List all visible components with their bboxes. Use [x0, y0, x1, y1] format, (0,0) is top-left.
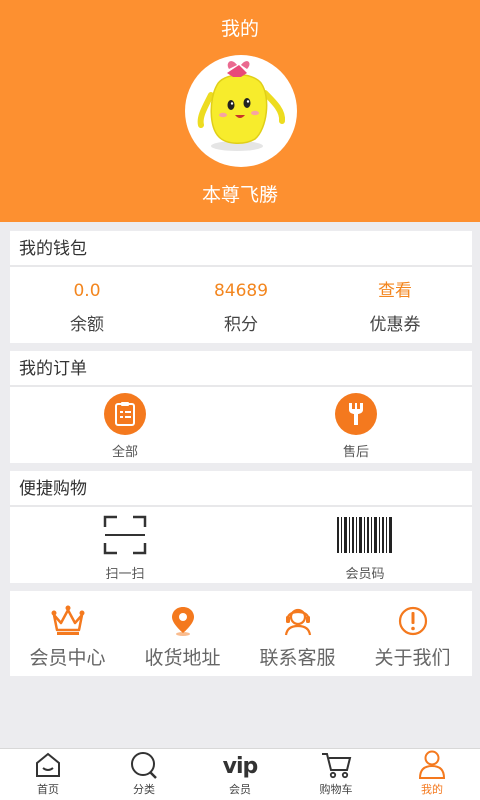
home-icon — [36, 752, 60, 777]
wrench-icon — [335, 393, 377, 435]
page-title: 我的 — [220, 18, 259, 40]
bottom-tab-bar: 首页 分类 vip 会员 购物车 我的 — [0, 748, 480, 800]
barcode-icon — [337, 517, 392, 553]
member-services-card: 会员中心 收货地址 联系客服 关于我们 — [10, 591, 472, 676]
scan-label: 扫一扫 — [105, 567, 145, 582]
category-icon — [131, 752, 157, 779]
quick-shopping-card: 便捷购物 扫一扫 会员码 — [10, 471, 472, 583]
scan-icon — [103, 515, 147, 555]
points-label: 积分 — [224, 315, 258, 335]
tab-member-label: 会员 — [229, 783, 251, 796]
customer-service-label: 联系客服 — [259, 647, 336, 669]
wallet-card: 我的钱包 0.0 余额 84689 积分 查看 优惠券 — [10, 231, 472, 343]
wallet-balance[interactable]: 0.0 余额 — [10, 269, 164, 343]
wallet-title: 我的钱包 — [10, 231, 472, 267]
member-code-label: 会员码 — [345, 567, 385, 582]
tab-cart-label: 购物车 — [319, 783, 353, 796]
member-center-button[interactable]: 会员中心 — [10, 605, 125, 669]
member-code-button[interactable]: 会员码 — [320, 515, 410, 582]
about-us-button[interactable]: 关于我们 — [355, 605, 470, 669]
tab-cart[interactable]: 购物车 — [288, 749, 384, 800]
shipping-address-button[interactable]: 收货地址 — [125, 605, 240, 669]
info-icon — [398, 606, 427, 636]
location-pin-icon — [171, 607, 194, 636]
about-us-label: 关于我们 — [374, 647, 451, 669]
tab-home-label: 首页 — [37, 783, 59, 796]
tab-mine[interactable]: 我的 — [384, 749, 480, 800]
username: 本尊飞勝 — [201, 184, 278, 206]
coupons-value: 查看 — [378, 281, 412, 301]
orders-title: 我的订单 — [10, 351, 472, 387]
scan-button[interactable]: 扫一扫 — [80, 515, 170, 582]
cart-icon — [322, 753, 352, 779]
balance-value: 0.0 — [73, 281, 101, 301]
points-value: 84689 — [213, 281, 269, 301]
after-sales-button[interactable]: 售后 — [316, 393, 396, 461]
tab-home[interactable]: 首页 — [0, 749, 96, 800]
member-center-label: 会员中心 — [29, 647, 106, 669]
orders-all-button[interactable]: 全部 — [85, 393, 165, 461]
avatar-character-icon — [197, 61, 286, 151]
avatar[interactable] — [185, 55, 297, 167]
orders-card: 我的订单 全部 售后 — [10, 351, 472, 463]
clipboard-icon — [104, 393, 146, 435]
tab-mine-label: 我的 — [421, 783, 443, 796]
wallet-points[interactable]: 84689 积分 — [164, 269, 318, 343]
shipping-address-label: 收货地址 — [144, 647, 221, 669]
quick-shopping-title: 便捷购物 — [10, 471, 472, 507]
tab-category[interactable]: 分类 — [96, 749, 192, 800]
after-sales-label: 售后 — [342, 445, 369, 460]
balance-label: 余额 — [70, 315, 104, 335]
profile-header: 我的 本尊飞勝 — [0, 0, 480, 222]
customer-service-button[interactable]: 联系客服 — [240, 605, 355, 669]
vip-icon: vip — [222, 754, 259, 779]
orders-all-label: 全部 — [111, 445, 138, 460]
coupons-label: 优惠券 — [369, 315, 421, 335]
user-icon — [418, 750, 446, 779]
crown-icon — [51, 605, 84, 635]
wallet-coupons[interactable]: 查看 优惠券 — [318, 269, 472, 343]
tab-category-label: 分类 — [133, 783, 155, 796]
tab-member[interactable]: vip 会员 — [192, 749, 288, 800]
headset-icon — [284, 608, 311, 636]
